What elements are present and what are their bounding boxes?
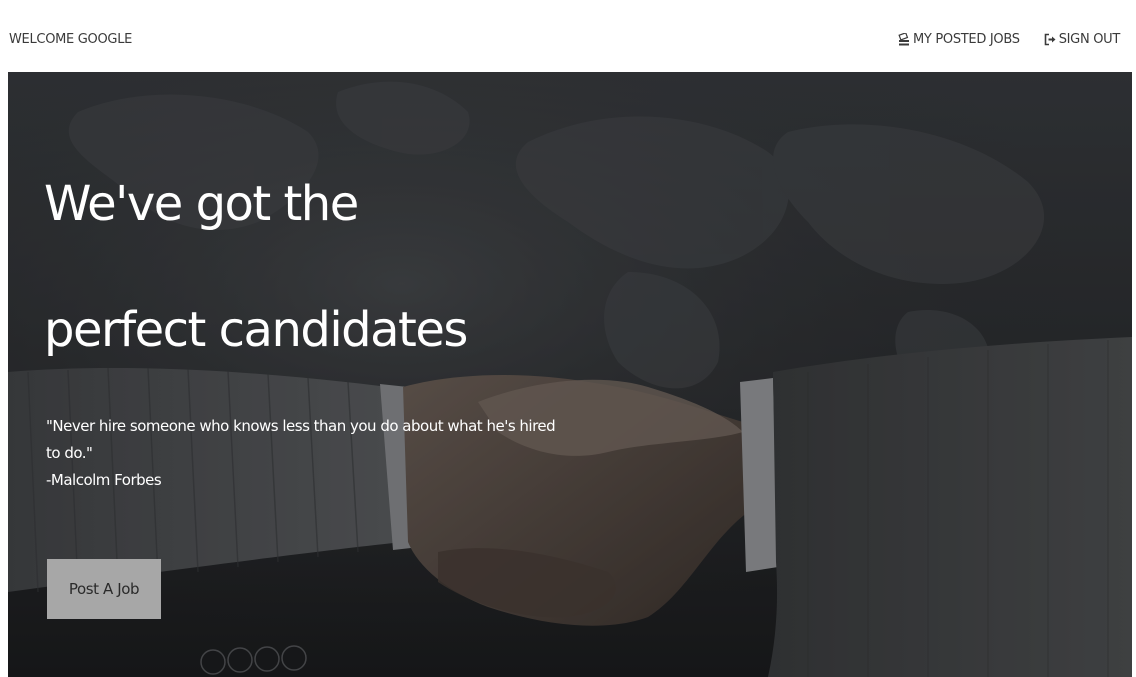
sign-out-label: SIGN OUT (1058, 32, 1121, 47)
quote-text: "Never hire someone who knows less than … (46, 417, 556, 462)
post-a-job-button[interactable]: Post A Job (47, 559, 161, 619)
quote-author: -Malcolm Forbes (46, 471, 162, 489)
nav-links: MY POSTED JOBS SIGN OUT (897, 32, 1120, 47)
stack-icon (898, 32, 909, 45)
top-navbar: WELCOME GOOGLE MY POSTED JOBS SIGN OUT (0, 0, 1136, 72)
welcome-brand[interactable]: WELCOME GOOGLE (9, 32, 132, 47)
handshake-world-map-background (8, 72, 1132, 677)
sign-out-link[interactable]: SIGN OUT (1044, 32, 1120, 47)
my-posted-jobs-link[interactable]: MY POSTED JOBS (897, 32, 1020, 47)
hero-quote: "Never hire someone who knows less than … (46, 413, 566, 494)
sign-out-icon (1044, 33, 1056, 46)
hero-headline-line-2: perfect candidates (44, 302, 468, 358)
hero-headline-line-1: We've got the (44, 176, 359, 232)
my-posted-jobs-label: MY POSTED JOBS (912, 32, 1020, 47)
hero-banner: We've got the perfect candidates "Never … (8, 72, 1132, 677)
